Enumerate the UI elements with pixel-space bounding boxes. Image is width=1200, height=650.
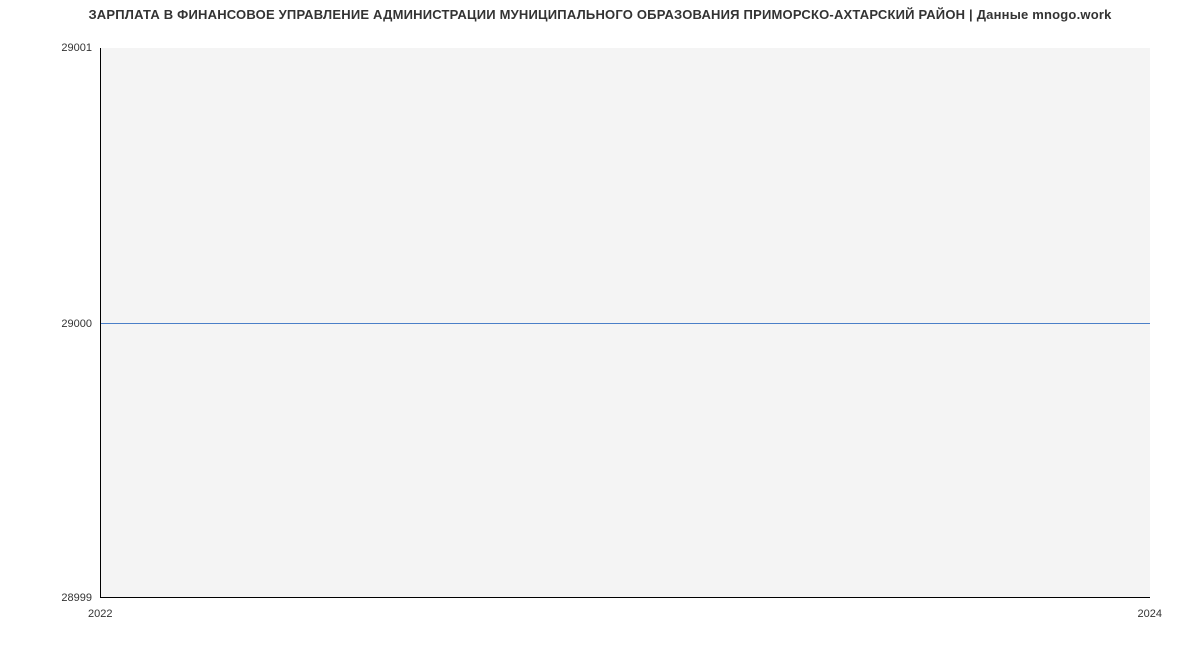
chart-container: ЗАРПЛАТА В ФИНАНСОВОЕ УПРАВЛЕНИЕ АДМИНИС… [0,0,1200,650]
chart-title: ЗАРПЛАТА В ФИНАНСОВОЕ УПРАВЛЕНИЕ АДМИНИС… [0,7,1200,22]
y-tick-label: 28999 [32,592,92,604]
x-tick-label: 2022 [88,608,112,620]
y-tick-label: 29001 [32,42,92,54]
x-tick-label: 2024 [1138,608,1162,620]
plot-area [100,48,1150,598]
y-tick-label: 29000 [32,318,92,330]
data-line [101,323,1150,324]
